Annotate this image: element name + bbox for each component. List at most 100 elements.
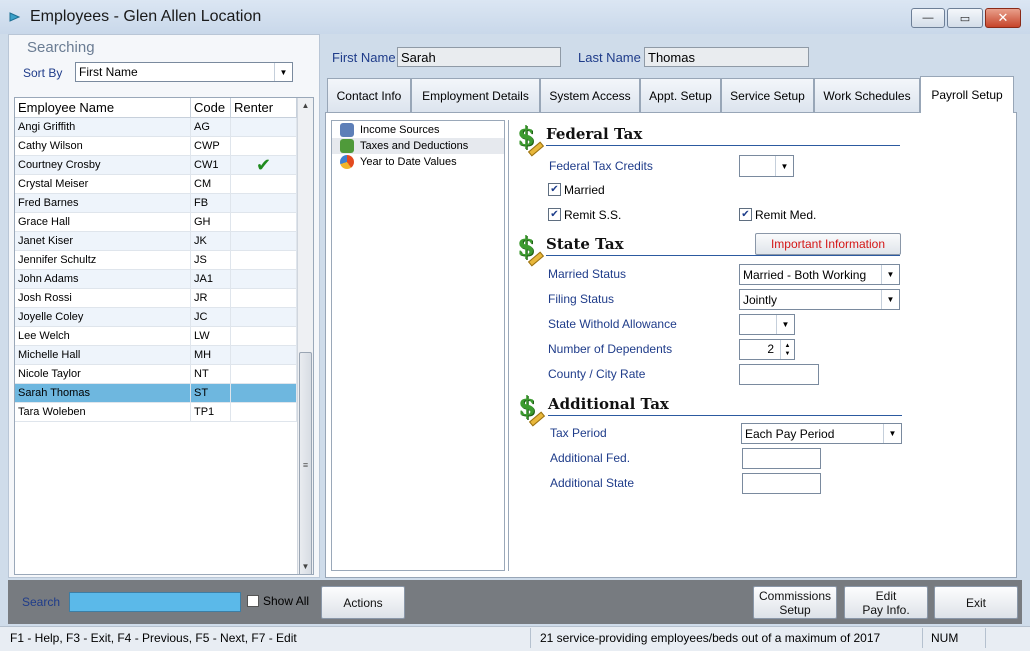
cell-code: AG	[191, 118, 231, 136]
cell-renter	[231, 175, 297, 193]
maximize-button[interactable]: ▭	[947, 8, 983, 28]
table-row[interactable]: Tara Woleben TP1	[15, 403, 297, 422]
remit-ss-checkbox[interactable]: ✔	[548, 208, 561, 221]
cell-code: TP1	[191, 403, 231, 421]
married-status-select[interactable]: Married - Both Working ▼	[739, 264, 900, 285]
cell-code: JA1	[191, 270, 231, 288]
tab-employment-details[interactable]: Employment Details	[411, 78, 540, 112]
tax-period-value: Each Pay Period	[745, 426, 835, 441]
search-label: Search	[22, 595, 61, 609]
panel-divider	[508, 120, 509, 571]
tree-item-income-sources[interactable]: Income Sources	[332, 122, 504, 138]
table-row[interactable]: Angi Griffith AG	[15, 118, 297, 137]
sort-by-select[interactable]: First Name ▼	[75, 62, 293, 82]
table-row[interactable]: Michelle Hall MH	[15, 346, 297, 365]
minimize-button[interactable]: —	[911, 8, 945, 28]
chevron-down-icon[interactable]: ▼	[881, 290, 899, 309]
grid-header: Employee Name Code Renter	[15, 98, 297, 118]
column-header-renter[interactable]: Renter	[231, 98, 297, 117]
last-name-label: Last Name	[578, 50, 641, 65]
status-help-text: F1 - Help, F3 - Exit, F4 - Previous, F5 …	[10, 631, 297, 645]
cell-code: JC	[191, 308, 231, 326]
tree-item-taxes-and-deductions[interactable]: Taxes and Deductions	[332, 138, 504, 154]
tab-appt-setup[interactable]: Appt. Setup	[640, 78, 721, 112]
chevron-down-icon[interactable]: ▼	[883, 424, 901, 443]
table-row[interactable]: Josh Rossi JR	[15, 289, 297, 308]
federal-tax-dollar-icon: $	[512, 122, 545, 157]
last-name-field[interactable]: Thomas	[644, 47, 809, 67]
table-row[interactable]: John Adams JA1	[15, 270, 297, 289]
table-row[interactable]: Crystal Meiser CM	[15, 175, 297, 194]
important-information-button[interactable]: Important Information	[755, 233, 901, 255]
additional-fed-input[interactable]	[742, 448, 821, 469]
edit-pay-info-button[interactable]: Edit Pay Info.	[844, 586, 928, 619]
tab-service-setup[interactable]: Service Setup	[721, 78, 814, 112]
commissions-setup-button[interactable]: Commissions Setup	[753, 586, 837, 619]
search-input[interactable]	[69, 592, 241, 612]
spin-arrows-icon[interactable]: ▲ ▼	[780, 340, 794, 359]
pie-chart-icon	[340, 155, 354, 169]
chevron-down-icon[interactable]: ▼	[881, 265, 899, 284]
remit-med-checkbox[interactable]: ✔	[739, 208, 752, 221]
show-all-checkbox[interactable]	[247, 595, 259, 607]
additional-tax-dollar-icon: $	[513, 392, 546, 427]
remit-med-label: Remit Med.	[755, 208, 817, 222]
tab-system-access[interactable]: System Access	[540, 78, 640, 112]
tax-period-select[interactable]: Each Pay Period ▼	[741, 423, 902, 444]
cell-renter	[231, 213, 297, 231]
county-city-rate-input[interactable]	[739, 364, 819, 385]
table-row[interactable]: Lee Welch LW	[15, 327, 297, 346]
tab-contact-info[interactable]: Contact Info	[327, 78, 411, 112]
federal-tax-underline	[546, 145, 900, 146]
chevron-down-icon[interactable]: ▼	[776, 315, 794, 334]
table-row[interactable]: Cathy Wilson CWP	[15, 137, 297, 156]
employee-grid: Employee Name Code Renter Angi Griffith A…	[14, 97, 314, 575]
cell-code: NT	[191, 365, 231, 383]
additional-state-input[interactable]	[742, 473, 821, 494]
chevron-down-icon[interactable]: ▼	[274, 63, 292, 81]
cell-renter	[231, 118, 297, 136]
table-row[interactable]: Fred Barnes FB	[15, 194, 297, 213]
scroll-down-icon[interactable]: ▼	[298, 559, 313, 574]
first-name-field[interactable]: Sarah	[397, 47, 561, 67]
cell-employee-name: Josh Rossi	[15, 289, 191, 307]
grid-scrollbar[interactable]: ▲ ≡ ▼	[297, 98, 313, 574]
tree-item-year-to-date-values[interactable]: Year to Date Values	[332, 154, 504, 170]
cell-code: CM	[191, 175, 231, 193]
window-title: Employees - Glen Allen Location	[30, 8, 262, 25]
table-row[interactable]: Joyelle Coley JC	[15, 308, 297, 327]
table-row[interactable]: Janet Kiser JK	[15, 232, 297, 251]
table-row[interactable]: Courtney Crosby CW1 ✔	[15, 156, 297, 175]
status-separator	[922, 628, 923, 648]
tab-work-schedules[interactable]: Work Schedules	[814, 78, 920, 112]
additional-tax-underline	[548, 415, 902, 416]
column-header-employee-name[interactable]: Employee Name	[15, 98, 191, 117]
close-button[interactable]: ✕	[985, 8, 1021, 28]
federal-tax-credits-select[interactable]: ▼	[739, 155, 794, 177]
tree-item-label: Year to Date Values	[360, 156, 457, 168]
scroll-up-icon[interactable]: ▲	[298, 98, 313, 113]
actions-button[interactable]: Actions	[321, 586, 405, 619]
number-of-dependents-stepper[interactable]: 2 ▲ ▼	[739, 339, 795, 360]
chevron-down-icon[interactable]: ▼	[775, 156, 793, 176]
table-row[interactable]: Nicole Taylor NT	[15, 365, 297, 384]
state-tax-underline	[546, 255, 900, 256]
filing-status-select[interactable]: Jointly ▼	[739, 289, 900, 310]
payroll-tree: Income Sources Taxes and Deductions Year…	[331, 120, 505, 571]
table-row[interactable]: Grace Hall GH	[15, 213, 297, 232]
filing-status-label: Filing Status	[548, 292, 615, 306]
cell-renter	[231, 251, 297, 269]
scroll-thumb[interactable]: ≡	[299, 352, 312, 574]
cell-employee-name: Tara Woleben	[15, 403, 191, 421]
table-row[interactable]: Jennifer Schultz JS	[15, 251, 297, 270]
exit-button[interactable]: Exit	[934, 586, 1018, 619]
state-withold-allowance-select[interactable]: ▼	[739, 314, 795, 335]
cell-employee-name: Fred Barnes	[15, 194, 191, 212]
cell-employee-name: John Adams	[15, 270, 191, 288]
column-header-code[interactable]: Code	[191, 98, 231, 117]
tab-payroll-setup[interactable]: Payroll Setup	[920, 76, 1014, 113]
married-checkbox[interactable]: ✔	[548, 183, 561, 196]
cell-employee-name: Angi Griffith	[15, 118, 191, 136]
table-row[interactable]: Sarah Thomas ST	[15, 384, 297, 403]
cell-renter	[231, 270, 297, 288]
